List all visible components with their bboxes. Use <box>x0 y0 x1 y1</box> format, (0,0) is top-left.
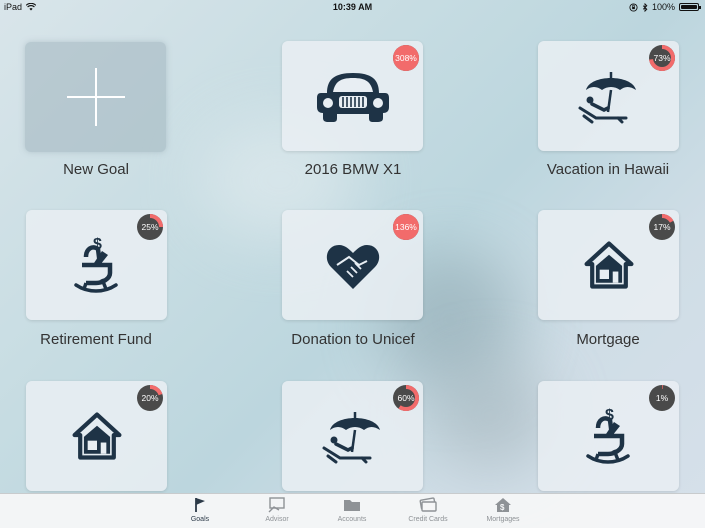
progress-text: 17% <box>653 222 671 232</box>
progress-text: 308% <box>395 53 417 63</box>
house-icon <box>69 408 125 464</box>
house-dollar-icon: $ <box>495 498 511 512</box>
orientation-lock-icon <box>629 2 638 12</box>
goal-label-retirement: Retirement Fund <box>40 331 152 348</box>
goal-tile-vacation[interactable]: 73% <box>538 41 679 151</box>
tab-advisor[interactable]: Advisor <box>237 497 317 523</box>
house-icon <box>581 237 637 293</box>
goal-label-donation: Donation to Unicef <box>291 331 415 348</box>
goal-tile-bmw[interactable]: 308% <box>282 41 423 151</box>
battery-percent: 100% <box>651 2 675 12</box>
goal-tile-retirement[interactable]: 25% <box>26 210 167 320</box>
progress-badge: 1% <box>649 385 675 411</box>
tab-goals[interactable]: Goals <box>160 497 240 523</box>
progress-badge: 25% <box>137 214 163 240</box>
credit-card-icon <box>419 497 437 512</box>
tab-mortgages[interactable]: $ Mortgages <box>463 497 543 523</box>
folder-icon <box>344 500 360 511</box>
clock: 10:39 AM <box>332 2 373 12</box>
goal-tile-retirement-2[interactable]: 1% <box>538 381 679 491</box>
goal-label-vacation: Vacation in Hawaii <box>546 161 670 178</box>
heart-handshake-icon <box>325 244 380 290</box>
goal-label-mortgage: Mortgage <box>576 331 640 348</box>
tab-label: Goals <box>190 516 210 523</box>
car-icon <box>315 72 390 123</box>
tab-label: Accounts <box>337 516 367 523</box>
progress-badge: 136% <box>393 214 419 240</box>
background-blur <box>430 360 550 470</box>
progress-text: 136% <box>395 222 417 232</box>
flag-icon <box>195 498 205 512</box>
beach-umbrella-icon <box>577 70 638 124</box>
progress-badge: 73% <box>649 45 675 71</box>
goal-tile-house[interactable]: 20% <box>26 381 167 491</box>
tab-label: Advisor <box>265 516 289 523</box>
tab-label: Credit Cards <box>408 516 448 523</box>
progress-badge: 308% <box>393 45 419 71</box>
rocking-chair-icon <box>584 406 634 466</box>
advisor-icon <box>268 497 285 513</box>
goal-tile-vacation-2[interactable]: 60% <box>282 381 423 491</box>
progress-text: 20% <box>141 393 159 403</box>
tab-credit-cards[interactable]: Credit Cards <box>388 497 468 523</box>
tab-label: Mortgages <box>486 516 520 523</box>
rocking-chair-icon <box>72 235 122 295</box>
new-goal-tile[interactable] <box>25 42 166 152</box>
progress-text: 60% <box>397 393 415 403</box>
progress-badge: 17% <box>649 214 675 240</box>
progress-text: 1% <box>655 393 669 403</box>
progress-text: 73% <box>653 53 671 63</box>
tab-bar: Goals Advisor Accounts Credit Cards $ Mo… <box>0 493 705 528</box>
bluetooth-icon <box>642 2 648 12</box>
status-bar: iPad 10:39 AM 100% <box>0 0 705 14</box>
progress-text: 25% <box>141 222 159 232</box>
progress-badge: 20% <box>137 385 163 411</box>
progress-badge: 60% <box>393 385 419 411</box>
battery-icon <box>679 3 701 11</box>
beach-umbrella-icon <box>321 410 382 464</box>
tab-accounts[interactable]: Accounts <box>312 497 392 523</box>
goal-tile-mortgage[interactable]: 17% <box>538 210 679 320</box>
goal-label-new-goal: New Goal <box>63 161 129 178</box>
plus-icon <box>66 68 125 126</box>
svg-text:$: $ <box>500 503 505 512</box>
goal-tile-donation[interactable]: 136% <box>282 210 423 320</box>
goal-label-bmw: 2016 BMW X1 <box>304 161 402 178</box>
